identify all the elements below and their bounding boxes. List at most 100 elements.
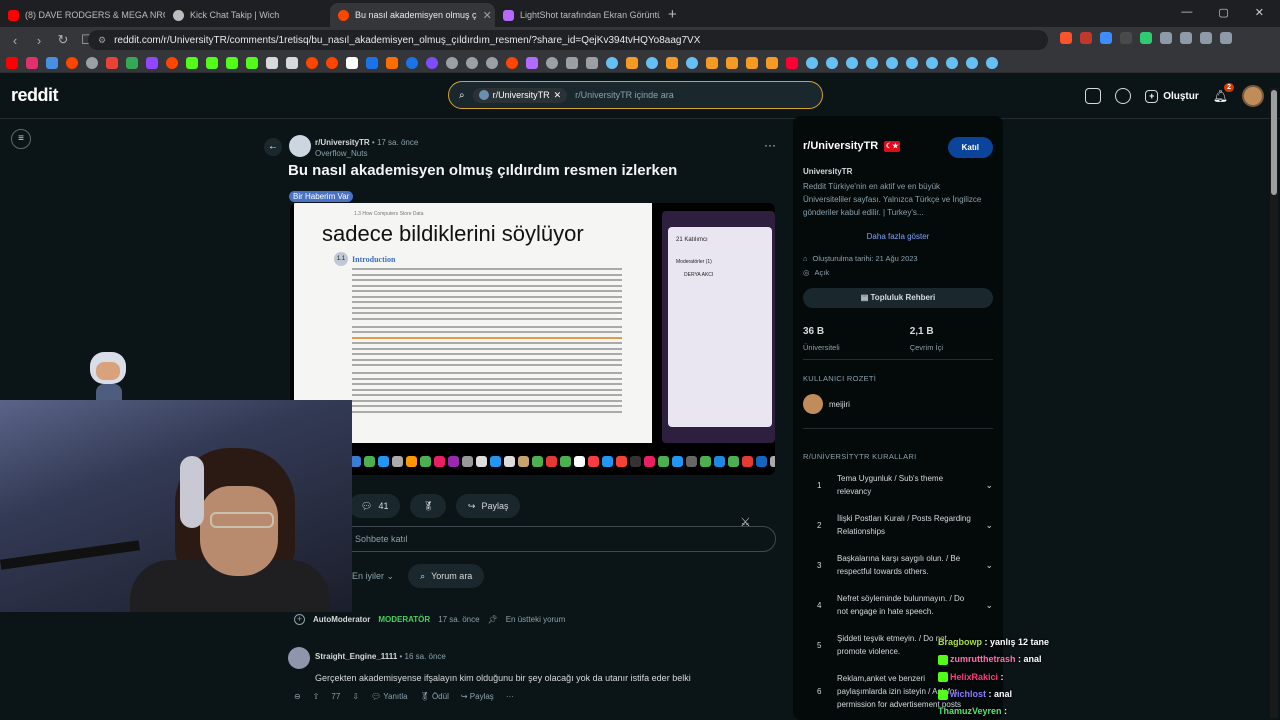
bookmark-icon[interactable] (26, 56, 38, 69)
bookmark-icon[interactable] (706, 56, 718, 69)
bookmark-icon[interactable] (286, 56, 298, 69)
show-more-link[interactable]: Daha fazla göster (793, 232, 1003, 241)
bookmark-icon[interactable] (666, 56, 678, 69)
steam-icon[interactable] (806, 56, 818, 69)
steam-icon[interactable] (686, 56, 698, 69)
bookmark-icon[interactable] (406, 56, 418, 69)
post-image[interactable]: 1.3 How Computers Store Data sadece bild… (290, 203, 775, 475)
bookmark-icon[interactable] (126, 56, 138, 69)
scrollbar-thumb[interactable] (1271, 90, 1277, 195)
bookmark-icon[interactable] (786, 56, 798, 69)
bookmark-icon[interactable] (206, 56, 218, 69)
user-badge[interactable]: meijiri (803, 394, 850, 414)
extension-icon[interactable] (1120, 32, 1132, 44)
comment-input[interactable]: Sohbete katıl (304, 526, 776, 552)
bookmark-icon[interactable] (466, 56, 478, 69)
bookmark-icon[interactable] (366, 56, 378, 69)
extension-icon[interactable] (1160, 32, 1172, 44)
bookmark-icon[interactable] (186, 56, 198, 69)
bookmark-icon[interactable] (766, 56, 778, 69)
browser-tab-2[interactable]: Kick Chat Takip | Wich (165, 3, 330, 27)
steam-icon[interactable] (946, 56, 958, 69)
browser-tab-4[interactable]: LightShot tarafından Ekran Görüntüs (495, 3, 660, 27)
subreddit-search-chip[interactable]: r/UniversityTR ✕ (472, 87, 568, 103)
maximize-icon[interactable]: ▢ (1218, 6, 1228, 19)
bookmark-icon[interactable] (6, 56, 18, 69)
collapse-icon[interactable]: ⊖ (294, 692, 301, 701)
close-window-icon[interactable]: ✕ (1255, 6, 1264, 19)
bookmark-icon[interactable] (346, 56, 358, 69)
steam-icon[interactable] (966, 56, 978, 69)
expand-icon[interactable]: + (294, 614, 305, 625)
extension-icon[interactable] (1140, 32, 1152, 44)
comment-avatar[interactable] (288, 647, 310, 669)
back-arrow-icon[interactable]: ← (264, 138, 282, 156)
brave-shield-icon[interactable] (1060, 32, 1072, 44)
rule-item[interactable]: 3 Başkalarına karşı saygılı olun. / Be re… (803, 552, 993, 578)
share-button[interactable]: ↪ Paylaş (461, 692, 494, 701)
rule-item[interactable]: 2 İlişki Postları Kuralı / Posts Regardin… (803, 512, 993, 538)
extension-icon[interactable] (1080, 32, 1092, 44)
post-flair[interactable]: Bir Haberim Var (289, 191, 354, 202)
bookmark-icon[interactable] (626, 56, 638, 69)
rule-item[interactable]: 1 Tema Uygunluk / Sub's theme relevancy ⌄ (803, 472, 993, 498)
advertise-icon[interactable] (1085, 88, 1102, 104)
bookmark-icon[interactable] (566, 56, 578, 69)
bookmark-icon[interactable] (726, 56, 738, 69)
steam-icon[interactable] (906, 56, 918, 69)
browser-tab-3[interactable]: Bu nasıl akademisyen olmuş ç ✕ (330, 3, 495, 27)
more-options-icon[interactable]: ··· (764, 138, 776, 152)
steam-icon[interactable] (866, 56, 878, 69)
sort-dropdown[interactable]: En iyiler ⌄ (352, 571, 394, 582)
subreddit-link[interactable]: r/UniversityTR (315, 138, 370, 147)
scrollbar[interactable] (1270, 88, 1278, 718)
extension-icon[interactable] (1220, 32, 1232, 44)
join-button[interactable]: Katıl (947, 137, 993, 158)
user-avatar[interactable] (1242, 85, 1264, 107)
steam-icon[interactable] (606, 56, 618, 69)
award-button[interactable]: 🏅︎ (410, 494, 446, 518)
extension-icon[interactable] (1180, 32, 1192, 44)
bookmark-icon[interactable] (66, 56, 78, 69)
minimize-icon[interactable]: — (1181, 6, 1192, 19)
reddit-logo[interactable]: reddit (11, 85, 59, 106)
chat-icon[interactable] (1115, 88, 1132, 104)
forward-icon[interactable]: › (30, 33, 48, 48)
author-link[interactable]: Overflow_Nuts (315, 149, 367, 158)
comment-author[interactable]: AutoModerator (313, 615, 370, 624)
new-tab-button[interactable]: + (660, 3, 685, 27)
bookmark-icon[interactable] (146, 56, 158, 69)
steam-icon[interactable] (886, 56, 898, 69)
rule-item[interactable]: 4 Nefret söyleminde bulunmayın. / Do not … (803, 592, 993, 618)
close-icon[interactable]: ✕ (554, 90, 562, 101)
bookmark-icon[interactable] (326, 56, 338, 69)
notifications-button[interactable]: 🔔︎ 2 (1213, 83, 1234, 103)
bookmark-icon[interactable] (426, 56, 438, 69)
extension-icon[interactable] (1200, 32, 1212, 44)
steam-icon[interactable] (846, 56, 858, 69)
reload-icon[interactable]: ↻ (54, 32, 72, 48)
bookmark-icon[interactable] (446, 56, 458, 69)
downvote-icon[interactable]: ⇩ (352, 692, 359, 701)
bookmark-icon[interactable] (486, 56, 498, 69)
more-options-icon[interactable]: ··· (506, 692, 514, 701)
back-icon[interactable]: ‹ (6, 33, 24, 48)
bookmark-icon[interactable] (746, 56, 758, 69)
browser-tab-1[interactable]: (8) DAVE RODGERS & MEGA NRG M (0, 3, 165, 27)
bookmark-folder-icon[interactable] (586, 56, 598, 69)
comment-author[interactable]: Straight_Engine_1111 (315, 652, 397, 661)
steam-icon[interactable] (986, 56, 998, 69)
site-info-icon[interactable]: ⚙ (98, 35, 106, 46)
bookmark-icon[interactable] (106, 56, 118, 69)
bookmark-icon[interactable] (526, 56, 538, 69)
search-input[interactable]: ⌕ r/UniversityTR ✕ r/UniversityTR içinde … (448, 81, 823, 109)
close-tab-icon[interactable]: ✕ (483, 9, 492, 22)
bookmark-icon[interactable] (226, 56, 238, 69)
comments-button[interactable]: 💬︎ 41 (349, 494, 401, 518)
share-button[interactable]: ↪ Paylaş (455, 494, 521, 518)
bookmark-icon[interactable] (46, 56, 58, 69)
url-input[interactable]: ⚙ reddit.com/r/UniversityTR/comments/1re… (88, 30, 1048, 50)
extension-icon[interactable] (1100, 32, 1112, 44)
community-guide-button[interactable]: ▤ Topluluk Rehberi (803, 288, 993, 308)
steam-icon[interactable] (926, 56, 938, 69)
